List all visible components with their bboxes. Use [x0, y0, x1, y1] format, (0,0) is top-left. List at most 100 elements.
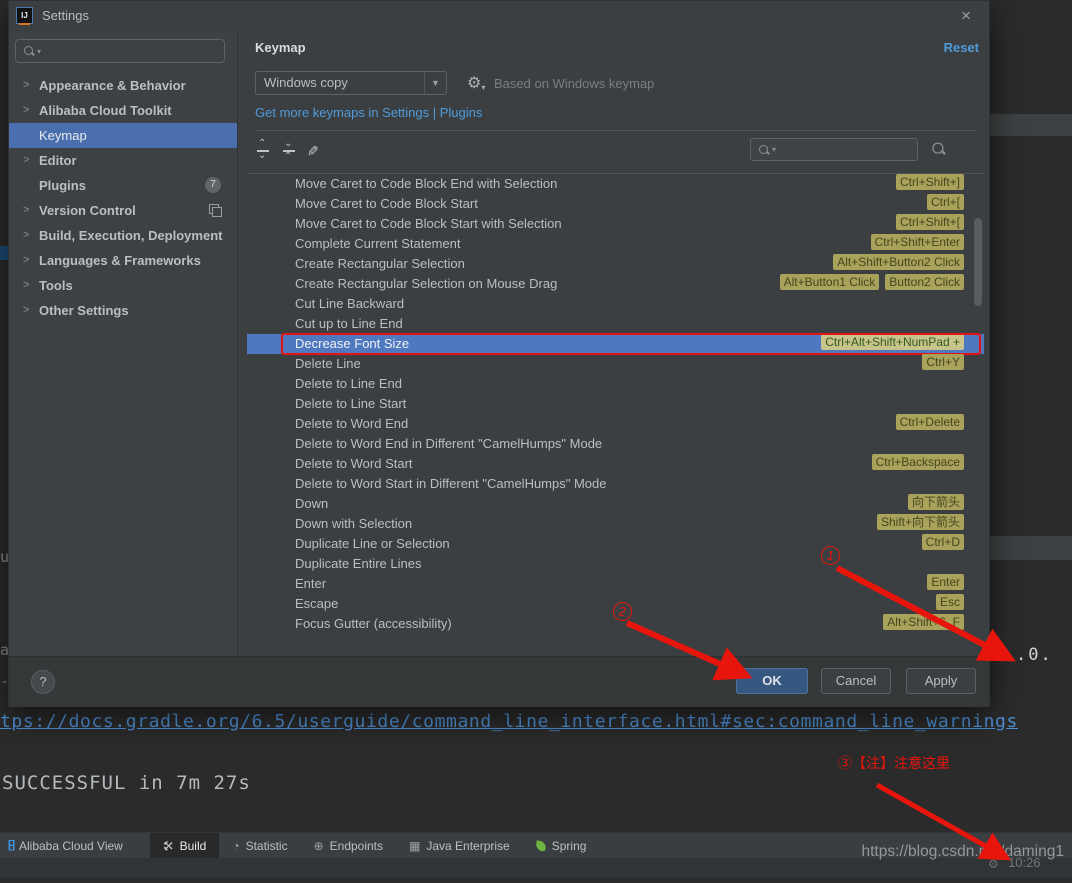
action-label: Delete to Word End: [295, 414, 408, 434]
apply-button[interactable]: Apply: [906, 668, 976, 694]
toolwindow-tab-spring[interactable]: Spring: [523, 833, 600, 858]
toolwindow-tab-label: Endpoints: [330, 839, 383, 853]
keymap-row-complete-current-statement[interactable]: Complete Current StatementCtrl+Shift+Ent…: [247, 234, 984, 254]
chevron-right-icon[interactable]: >: [23, 148, 35, 173]
keymap-row-cut-up-to-line-end[interactable]: Cut up to Line End: [247, 314, 984, 334]
keymap-row-move-caret-to-code-block-start[interactable]: Move Caret to Code Block StartCtrl+[: [247, 194, 984, 214]
sidebar-item-alibaba-cloud-toolkit[interactable]: >Alibaba Cloud Toolkit: [9, 98, 237, 123]
action-label: Down: [295, 494, 328, 514]
keymap-scheme-select[interactable]: Windows copy ▼: [255, 71, 447, 95]
chevron-down-icon: ▼: [424, 72, 446, 94]
keymap-row-create-rectangular-selection-on-mouse-drag[interactable]: Create Rectangular Selection on Mouse Dr…: [247, 274, 984, 294]
toolwindow-tab-build[interactable]: ⚒Build: [150, 833, 219, 858]
shortcut-badge: Alt+Shift+Button2 Click: [833, 254, 964, 270]
settings-search-input[interactable]: ▾: [15, 39, 225, 63]
watermark-text: https://blog.csdn.net/daming1: [820, 843, 1064, 861]
keymap-action-list[interactable]: Move Caret to Code Block End with Select…: [247, 173, 984, 633]
toolwindow-tab-alibaba-cloud-view[interactable]: [-]Alibaba Cloud View: [0, 833, 136, 858]
shortcut-badges: Ctrl+[: [921, 194, 964, 214]
collapse-all-icon[interactable]: [281, 143, 297, 159]
chevron-right-icon[interactable]: >: [23, 273, 35, 298]
reset-link[interactable]: Reset: [944, 40, 979, 55]
sidebar-item-languages-frameworks[interactable]: >Languages & Frameworks: [9, 248, 237, 273]
shortcut-badge: Ctrl+Backspace: [872, 454, 964, 470]
shortcut-badge: Alt+Button1 Click: [780, 274, 880, 290]
shortcut-badge: Ctrl+[: [927, 194, 964, 210]
toolwindow-tab-java-enterprise[interactable]: ▦Java Enterprise: [396, 833, 523, 858]
keymap-row-move-caret-to-code-block-start-with-selection[interactable]: Move Caret to Code Block Start with Sele…: [247, 214, 984, 234]
sidebar-item-tools[interactable]: >Tools: [9, 273, 237, 298]
action-label: Duplicate Line or Selection: [295, 534, 450, 554]
action-label: Move Caret to Code Block Start with Sele…: [295, 214, 562, 234]
gradle-doc-url[interactable]: tps://docs.gradle.org/6.5/userguide/comm…: [0, 707, 1072, 737]
copy-icon: [209, 204, 221, 216]
keymap-row-down[interactable]: Down向下箭头: [247, 494, 984, 514]
keymap-filter-input[interactable]: ▾: [750, 138, 918, 161]
keymap-row-cut-line-backward[interactable]: Cut Line Backward: [247, 294, 984, 314]
close-icon[interactable]: ×: [961, 6, 971, 26]
shortcut-badge: Ctrl+Shift+[: [896, 214, 964, 230]
toolwindow-tab-statistic[interactable]: ◔Statistic: [219, 833, 300, 858]
keymap-row-delete-to-line-end[interactable]: Delete to Line End: [247, 374, 984, 394]
get-more-keymaps-link[interactable]: Get more keymaps in Settings | Plugins: [255, 105, 482, 120]
keymap-row-delete-to-word-end-in-different-camelhumps-mode[interactable]: Delete to Word End in Different "CamelHu…: [247, 434, 984, 454]
toolwindow-tab-label: Spring: [552, 839, 587, 853]
shortcut-badge: Ctrl+Y: [922, 354, 964, 370]
sidebar-item-editor[interactable]: >Editor: [9, 148, 237, 173]
sidebar-item-version-control[interactable]: >Version Control: [9, 198, 237, 223]
shortcut-badges: Shift+向下箭头: [871, 514, 964, 534]
help-button[interactable]: ?: [31, 670, 55, 694]
ok-button[interactable]: OK: [736, 668, 808, 694]
keymap-row-duplicate-line-or-selection[interactable]: Duplicate Line or Selection Ctrl+D: [247, 534, 984, 554]
keymap-row-create-rectangular-selection[interactable]: Create Rectangular SelectionAlt+Shift+Bu…: [247, 254, 984, 274]
keymap-row-delete-to-word-end[interactable]: Delete to Word End Ctrl+Delete: [247, 414, 984, 434]
gear-icon[interactable]: ⚙▾: [467, 73, 485, 93]
toolwindow-tab-endpoints[interactable]: ⊕ Endpoints: [301, 833, 396, 858]
keymap-row-down-with-selection[interactable]: Down with SelectionShift+向下箭头: [247, 514, 984, 534]
chevron-right-icon[interactable]: >: [23, 98, 35, 123]
keymap-row-enter[interactable]: EnterEnter: [247, 574, 984, 594]
page-title: Keymap: [255, 40, 306, 55]
shortcut-badge: Ctrl+Alt+Shift+NumPad +: [821, 334, 964, 350]
keymap-row-move-caret-to-code-block-end-with-selection[interactable]: Move Caret to Code Block End with Select…: [247, 174, 984, 194]
keymap-row-delete-to-line-start[interactable]: Delete to Line Start: [247, 394, 984, 414]
chevron-right-icon[interactable]: >: [23, 73, 35, 98]
dialog-titlebar[interactable]: IJ Settings ×: [9, 1, 989, 31]
keymap-row-delete-line[interactable]: Delete Line Ctrl+Y: [247, 354, 984, 374]
cancel-button[interactable]: Cancel: [821, 668, 891, 694]
sidebar-item-other-settings[interactable]: >Other Settings: [9, 298, 237, 323]
sidebar-item-keymap[interactable]: Keymap: [9, 123, 237, 148]
chevron-right-icon[interactable]: >: [23, 248, 35, 273]
sidebar-item-appearance-behavior[interactable]: >Appearance & Behavior: [9, 73, 237, 98]
action-label: Delete Line: [295, 354, 361, 374]
find-by-shortcut-icon[interactable]: [931, 141, 946, 156]
shortcut-badges: Ctrl+Shift+Enter: [865, 234, 964, 254]
globe-icon: ⊕: [314, 840, 324, 852]
background-left-fragment: u: [0, 548, 8, 566]
shortcut-badges: Ctrl+Alt+Shift+NumPad +: [815, 334, 964, 354]
expand-all-icon[interactable]: [255, 143, 271, 159]
keymap-row-duplicate-entire-lines[interactable]: Duplicate Entire Lines: [247, 554, 984, 574]
shortcut-badge: Ctrl+Shift+]: [896, 174, 964, 190]
sidebar-item-build-execution-deployment[interactable]: >Build, Execution, Deployment: [9, 223, 237, 248]
chevron-right-icon[interactable]: >: [23, 198, 35, 223]
chevron-right-icon[interactable]: >: [23, 223, 35, 248]
annotation-note-3: ③【注】注意这里: [838, 753, 950, 773]
background-editor-band: [990, 114, 1072, 136]
shortcut-badge: Ctrl+Delete: [896, 414, 964, 430]
shortcut-badge: Ctrl+Shift+Enter: [871, 234, 964, 250]
chevron-right-icon[interactable]: >: [23, 298, 35, 323]
edit-pencil-icon[interactable]: ✎: [307, 143, 319, 160]
keymap-row-escape[interactable]: EscapeEsc: [247, 594, 984, 614]
shortcut-badges: Ctrl+D: [916, 534, 964, 554]
shortcut-badge: Alt+Shift+6, F: [883, 614, 964, 630]
search-icon: [758, 144, 770, 156]
keymap-row-delete-to-word-start[interactable]: Delete to Word StartCtrl+Backspace: [247, 454, 984, 474]
keymap-row-focus-gutter-accessibility[interactable]: Focus Gutter (accessibility)Alt+Shift+6,…: [247, 614, 984, 633]
sidebar-item-label: Plugins: [39, 173, 86, 198]
action-label: Decrease Font Size: [295, 334, 409, 354]
sidebar-item-plugins[interactable]: Plugins7: [9, 173, 237, 198]
settings-sidebar: ▾ >Appearance & Behavior>Alibaba Cloud T…: [9, 31, 238, 656]
keymap-row-decrease-font-size[interactable]: Decrease Font Size Ctrl+Alt+Shift+NumPad …: [247, 334, 984, 354]
keymap-row-delete-to-word-start-in-different-camelhumps-mode[interactable]: Delete to Word Start in Different "Camel…: [247, 474, 984, 494]
